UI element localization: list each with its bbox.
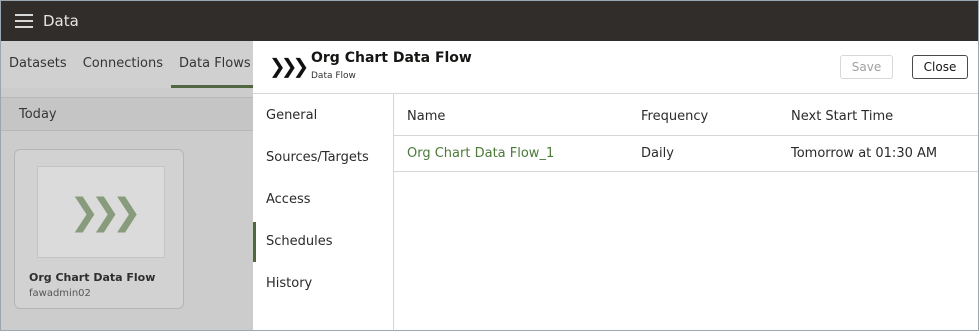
table-header: Name Frequency Next Start Time <box>394 94 978 136</box>
group-label: Today <box>19 107 57 122</box>
tab-bar: Datasets Connections Data Flows <box>1 41 259 88</box>
data-flow-card[interactable]: ❯❯❯ Org Chart Data Flow fawadmin02 <box>14 149 184 309</box>
column-header-frequency[interactable]: Frequency <box>641 109 708 124</box>
card-owner: fawadmin02 <box>29 288 91 299</box>
dialog-header: ❯❯❯ Org Chart Data Flow Data Flow Save C… <box>253 41 978 94</box>
app-title: Data <box>43 12 79 30</box>
table-row[interactable]: Org Chart Data Flow_1 Daily Tomorrow at … <box>394 136 978 172</box>
data-flow-chevrons-icon: ❯❯❯ <box>269 54 309 78</box>
schedule-name-link[interactable]: Org Chart Data Flow_1 <box>407 146 554 161</box>
close-button[interactable]: Close <box>912 55 968 79</box>
tab-connections[interactable]: Connections <box>75 41 171 88</box>
nav-item-general[interactable]: General <box>253 96 393 136</box>
group-header: Today <box>1 97 253 131</box>
nav-item-access[interactable]: Access <box>253 180 393 220</box>
tab-datasets[interactable]: Datasets <box>1 41 75 88</box>
nav-item-sources-targets[interactable]: Sources/Targets <box>253 138 393 178</box>
schedules-panel: Name Frequency Next Start Time Org Chart… <box>394 94 978 330</box>
nav-item-schedules[interactable]: Schedules <box>253 222 393 262</box>
save-button[interactable]: Save <box>840 55 893 79</box>
card-title: Org Chart Data Flow <box>29 271 156 284</box>
column-header-next-start-time[interactable]: Next Start Time <box>791 109 893 124</box>
nav-item-history[interactable]: History <box>253 264 393 304</box>
hamburger-menu-icon[interactable] <box>15 14 33 28</box>
schedule-frequency: Daily <box>641 146 674 161</box>
card-thumbnail: ❯❯❯ <box>37 166 165 258</box>
top-bar: Data <box>1 1 978 41</box>
column-header-name[interactable]: Name <box>407 109 445 124</box>
tab-data-flows[interactable]: Data Flows <box>171 41 259 88</box>
data-flow-dialog: ❯❯❯ Org Chart Data Flow Data Flow Save C… <box>253 41 978 330</box>
dialog-title: Org Chart Data Flow <box>311 50 472 66</box>
schedule-next-start-time: Tomorrow at 01:30 AM <box>791 146 938 161</box>
dialog-subtitle: Data Flow <box>311 71 356 81</box>
app-window: Data Datasets Connections Data Flows Tod… <box>0 0 979 331</box>
dialog-nav: General Sources/Targets Access Schedules… <box>253 94 394 330</box>
data-flow-chevrons-icon: ❯❯❯ <box>69 191 141 233</box>
